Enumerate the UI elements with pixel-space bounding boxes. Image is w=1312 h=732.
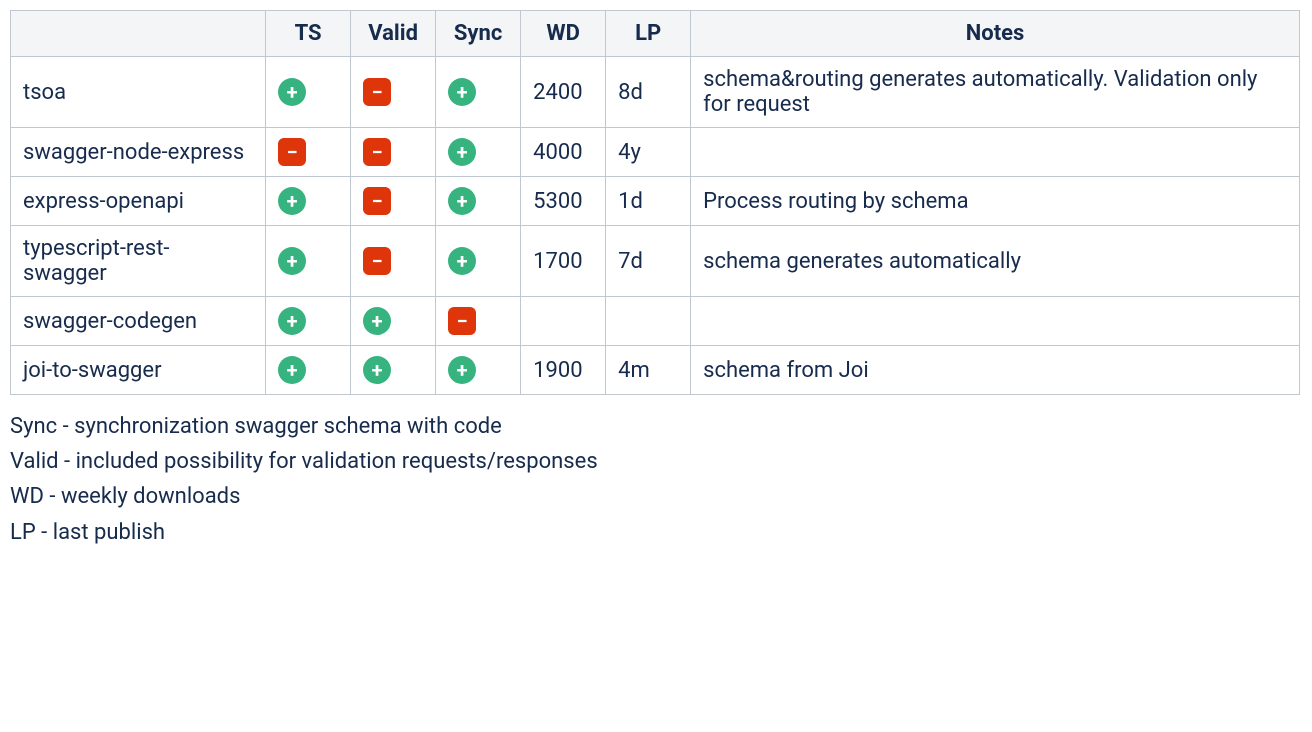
cell-notes: Process routing by schema	[691, 177, 1300, 226]
table-header-row: TS Valid Sync WD LP Notes	[11, 11, 1300, 57]
comparison-table: TS Valid Sync WD LP Notes tsoa24008dsche…	[10, 10, 1300, 395]
cell-valid	[351, 177, 436, 226]
plus-icon	[278, 247, 306, 275]
cell-wd	[521, 297, 606, 346]
cell-sync	[436, 128, 521, 177]
cell-ts	[266, 128, 351, 177]
plus-icon	[448, 187, 476, 215]
cell-notes: schema&routing generates automatically. …	[691, 57, 1300, 128]
cell-name: swagger-codegen	[11, 297, 266, 346]
plus-icon	[448, 356, 476, 384]
plus-icon	[363, 307, 391, 335]
cell-wd: 5300	[521, 177, 606, 226]
plus-icon	[363, 356, 391, 384]
cell-name: tsoa	[11, 57, 266, 128]
cell-lp: 7d	[606, 226, 691, 297]
cell-notes: schema generates automatically	[691, 226, 1300, 297]
cell-wd: 1900	[521, 346, 606, 395]
cell-sync	[436, 226, 521, 297]
table-row: express-openapi 53001dProcess routing by …	[11, 177, 1300, 226]
cell-notes: schema from Joi	[691, 346, 1300, 395]
minus-icon	[363, 138, 391, 166]
table-row: joi-to-swagger 19004mschema from Joi	[11, 346, 1300, 395]
cell-ts	[266, 226, 351, 297]
cell-lp: 1d	[606, 177, 691, 226]
minus-icon	[278, 138, 306, 166]
cell-sync	[436, 346, 521, 395]
col-header-sync: Sync	[436, 11, 521, 57]
cell-wd: 4000	[521, 128, 606, 177]
col-header-valid: Valid	[351, 11, 436, 57]
col-header-wd: WD	[521, 11, 606, 57]
cell-lp: 4y	[606, 128, 691, 177]
cell-valid	[351, 128, 436, 177]
minus-icon	[448, 307, 476, 335]
cell-notes	[691, 297, 1300, 346]
cell-ts	[266, 346, 351, 395]
legend: Sync - synchronization swagger schema wi…	[10, 409, 1302, 550]
cell-lp: 8d	[606, 57, 691, 128]
cell-notes	[691, 128, 1300, 177]
cell-valid	[351, 57, 436, 128]
plus-icon	[448, 247, 476, 275]
plus-icon	[448, 138, 476, 166]
cell-ts	[266, 177, 351, 226]
legend-sync: Sync - synchronization swagger schema wi…	[10, 409, 1302, 444]
cell-name: joi-to-swagger	[11, 346, 266, 395]
cell-valid	[351, 297, 436, 346]
cell-lp	[606, 297, 691, 346]
minus-icon	[363, 187, 391, 215]
cell-wd: 1700	[521, 226, 606, 297]
cell-valid	[351, 346, 436, 395]
minus-icon	[363, 247, 391, 275]
col-header-lp: LP	[606, 11, 691, 57]
cell-valid	[351, 226, 436, 297]
table-row: swagger-node-express 40004y	[11, 128, 1300, 177]
plus-icon	[448, 78, 476, 106]
plus-icon	[278, 78, 306, 106]
table-row: typescript-rest-swagger 17007dschema gene…	[11, 226, 1300, 297]
cell-name: typescript-rest-swagger	[11, 226, 266, 297]
table-body: tsoa 24008dschema&routing generates autom…	[11, 57, 1300, 395]
minus-icon	[363, 78, 391, 106]
cell-name: swagger-node-express	[11, 128, 266, 177]
cell-sync	[436, 297, 521, 346]
cell-name: express-openapi	[11, 177, 266, 226]
table-row: swagger-codegen	[11, 297, 1300, 346]
cell-lp: 4m	[606, 346, 691, 395]
col-header-name	[11, 11, 266, 57]
legend-wd: WD - weekly downloads	[10, 479, 1302, 514]
col-header-notes: Notes	[691, 11, 1300, 57]
plus-icon	[278, 307, 306, 335]
plus-icon	[278, 187, 306, 215]
cell-wd: 2400	[521, 57, 606, 128]
cell-ts	[266, 57, 351, 128]
legend-valid: Valid - included possibility for validat…	[10, 444, 1302, 479]
col-header-ts: TS	[266, 11, 351, 57]
table-row: tsoa 24008dschema&routing generates autom…	[11, 57, 1300, 128]
cell-ts	[266, 297, 351, 346]
legend-lp: LP - last publish	[10, 515, 1302, 550]
cell-sync	[436, 57, 521, 128]
plus-icon	[278, 356, 306, 384]
cell-sync	[436, 177, 521, 226]
